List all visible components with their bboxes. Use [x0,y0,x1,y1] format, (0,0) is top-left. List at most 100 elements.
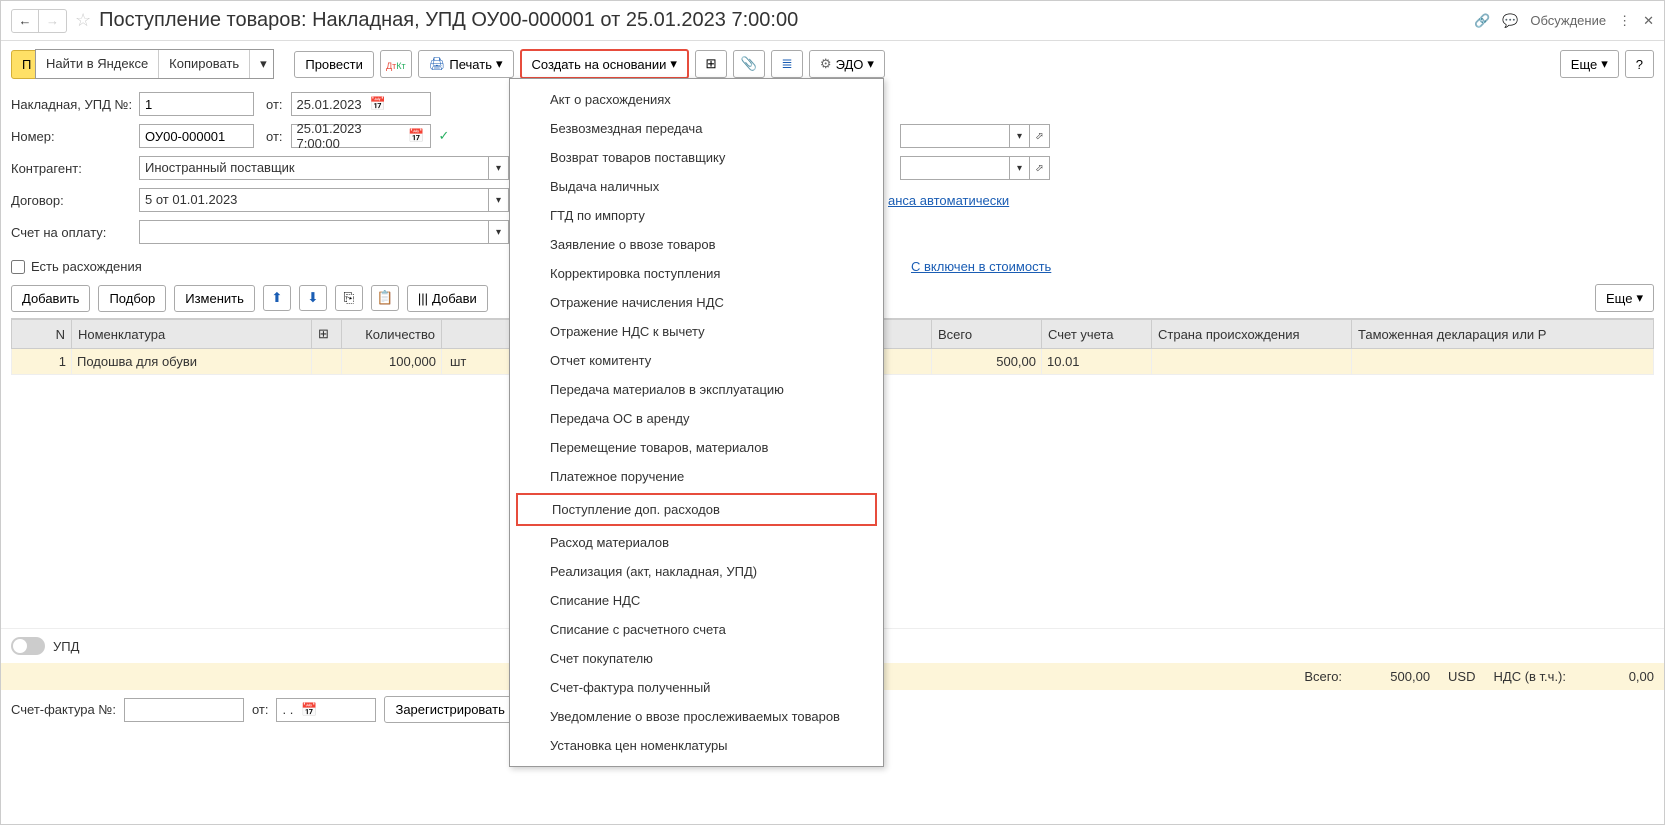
th-total[interactable]: Всего [932,320,1042,349]
print-button[interactable]: Печать ▾ [418,50,514,78]
th-nom[interactable]: Номенклатура [72,320,312,349]
menu-item[interactable]: Счет-фактура полученный [510,673,883,702]
th-ico[interactable]: ⊞ [312,320,342,349]
sf-number-input[interactable] [124,698,244,722]
schet-label: Счет на оплату: [11,225,139,240]
contragent-dropdown[interactable]: Иностранный поставщик [139,156,489,180]
right-dropdown-1[interactable] [900,124,1010,148]
dd-btn-1[interactable]: ▾ [1010,124,1030,148]
popup-btn-2[interactable] [1030,156,1050,180]
dogovor-dropdown[interactable]: 5 от 01.01.2023 [139,188,489,212]
th-customs[interactable]: Таможенная декларация или Р [1352,320,1654,349]
more-button[interactable]: Еще ▾ [1560,50,1619,78]
number-date-input[interactable]: 25.01.2023 7:00:00📅 [291,124,431,148]
right-dropdown-2[interactable] [900,156,1010,180]
menu-item[interactable]: Выдача наличных [510,172,883,201]
paste-row-button[interactable] [371,285,399,311]
schet-dropdown[interactable] [139,220,489,244]
move-down-button[interactable]: ⬇ [299,285,327,311]
menu-item-highlighted[interactable]: Поступление доп. расходов [516,493,877,526]
menu-item[interactable]: Счет покупателю [510,644,883,673]
th-n[interactable]: N [12,320,72,349]
menu-item[interactable]: Перемещение товаров, материалов [510,433,883,462]
discuss-icon[interactable] [1502,13,1518,29]
upd-toggle[interactable] [11,637,45,655]
th-qty[interactable]: Количество [342,320,442,349]
upd-label: УПД [53,639,79,654]
number-label: Номер: [11,129,139,144]
register-button[interactable]: Зарегистрировать [384,696,515,723]
menu-item[interactable]: Платежное поручение [510,462,883,491]
currency-label: USD [1448,669,1475,684]
dogovor-dd[interactable]: ▾ [489,188,509,212]
close-icon[interactable] [1643,13,1654,29]
barcode-add-button[interactable]: Добави [407,285,488,312]
total-label: Всего: [1304,669,1342,684]
menu-item[interactable]: Отражение НДС к вычету [510,317,883,346]
context-dropdown[interactable]: ▾ [249,50,273,78]
menu-item[interactable]: Расход материалов [510,528,883,557]
avans-link[interactable]: анса автоматически [888,193,1009,208]
dogovor-label: Договор: [11,193,139,208]
th-country[interactable]: Страна происхождения [1152,320,1352,349]
podbor-button[interactable]: Подбор [98,285,166,312]
find-yandex[interactable]: Найти в Яндексе [36,50,158,78]
menu-item[interactable]: Возврат товаров поставщику [510,143,883,172]
link-icon[interactable] [1474,13,1490,29]
menu-item[interactable]: Уведомление о ввозе прослеживаемых товар… [510,702,883,731]
change-button[interactable]: Изменить [174,285,255,312]
sf-from-label: от: [252,702,269,717]
move-up-button[interactable]: ⬆ [263,285,291,311]
nav-forward-button[interactable]: → [39,9,67,33]
sf-label: Счет-фактура №: [11,702,116,717]
menu-item[interactable]: Корректировка поступления [510,259,883,288]
discuss-label[interactable]: Обсуждение [1530,13,1606,28]
dd-btn-2[interactable]: ▾ [1010,156,1030,180]
menu-item[interactable]: Реализация (акт, накладная, УПД) [510,557,883,586]
schet-dd[interactable]: ▾ [489,220,509,244]
menu-item[interactable]: Безвозмездная передача [510,114,883,143]
structure-button[interactable] [695,50,727,78]
menu-item[interactable]: ГТД по импорту [510,201,883,230]
create-based-button[interactable]: Создать на основании ▾ [520,49,689,79]
copy-row-button[interactable] [335,285,363,311]
menu-item[interactable]: Списание НДС [510,586,883,615]
menu-item[interactable]: Отражение начисления НДС [510,288,883,317]
calendar-icon: 📅 [370,96,386,112]
sf-date-input[interactable]: . .📅 [276,698,376,722]
menu-item[interactable]: Передача материалов в эксплуатацию [510,375,883,404]
menu-item[interactable]: Установка цен номенклатуры [510,731,883,760]
favorite-star-icon[interactable]: ☆ [75,10,91,31]
nav-back-button[interactable]: ← [11,9,39,33]
menu-item[interactable]: Списание с расчетного счета [510,615,883,644]
discrepancy-checkbox[interactable] [11,260,25,274]
help-button[interactable]: ? [1625,50,1654,78]
list-button[interactable] [771,50,803,78]
nds-link[interactable]: С включен в стоимость [911,259,1051,274]
number-input[interactable] [139,124,254,148]
edo-button[interactable]: ЭДО ▾ [809,50,885,78]
create-based-menu: Акт о расхождениях Безвозмездная передач… [509,78,884,767]
menu-item[interactable]: Отчет комитенту [510,346,883,375]
dtkt-button[interactable] [380,50,412,78]
table-more-button[interactable]: Еще ▾ [1595,284,1654,312]
nds-label: НДС (в т.ч.): [1494,669,1567,684]
from-label-2: от: [266,129,283,144]
calendar-icon-2: 📅 [408,128,424,144]
add-button[interactable]: Добавить [11,285,90,312]
calendar-icon-3: 📅 [301,702,317,718]
th-account[interactable]: Счет учета [1042,320,1152,349]
popup-btn-1[interactable] [1030,124,1050,148]
contragent-dd[interactable]: ▾ [489,156,509,180]
copy-action[interactable]: Копировать [158,50,249,78]
from-label-1: от: [266,97,283,112]
menu-item[interactable]: Заявление о ввозе товаров [510,230,883,259]
invoice-date-input[interactable]: 25.01.2023📅 [291,92,431,116]
provesti-button[interactable]: Провести [294,51,374,78]
attach-button[interactable] [733,50,765,78]
nds-value: 0,00 [1584,669,1654,684]
more-icon[interactable] [1618,13,1631,29]
menu-item[interactable]: Акт о расхождениях [510,85,883,114]
menu-item[interactable]: Передача ОС в аренду [510,404,883,433]
invoice-num-input[interactable] [139,92,254,116]
